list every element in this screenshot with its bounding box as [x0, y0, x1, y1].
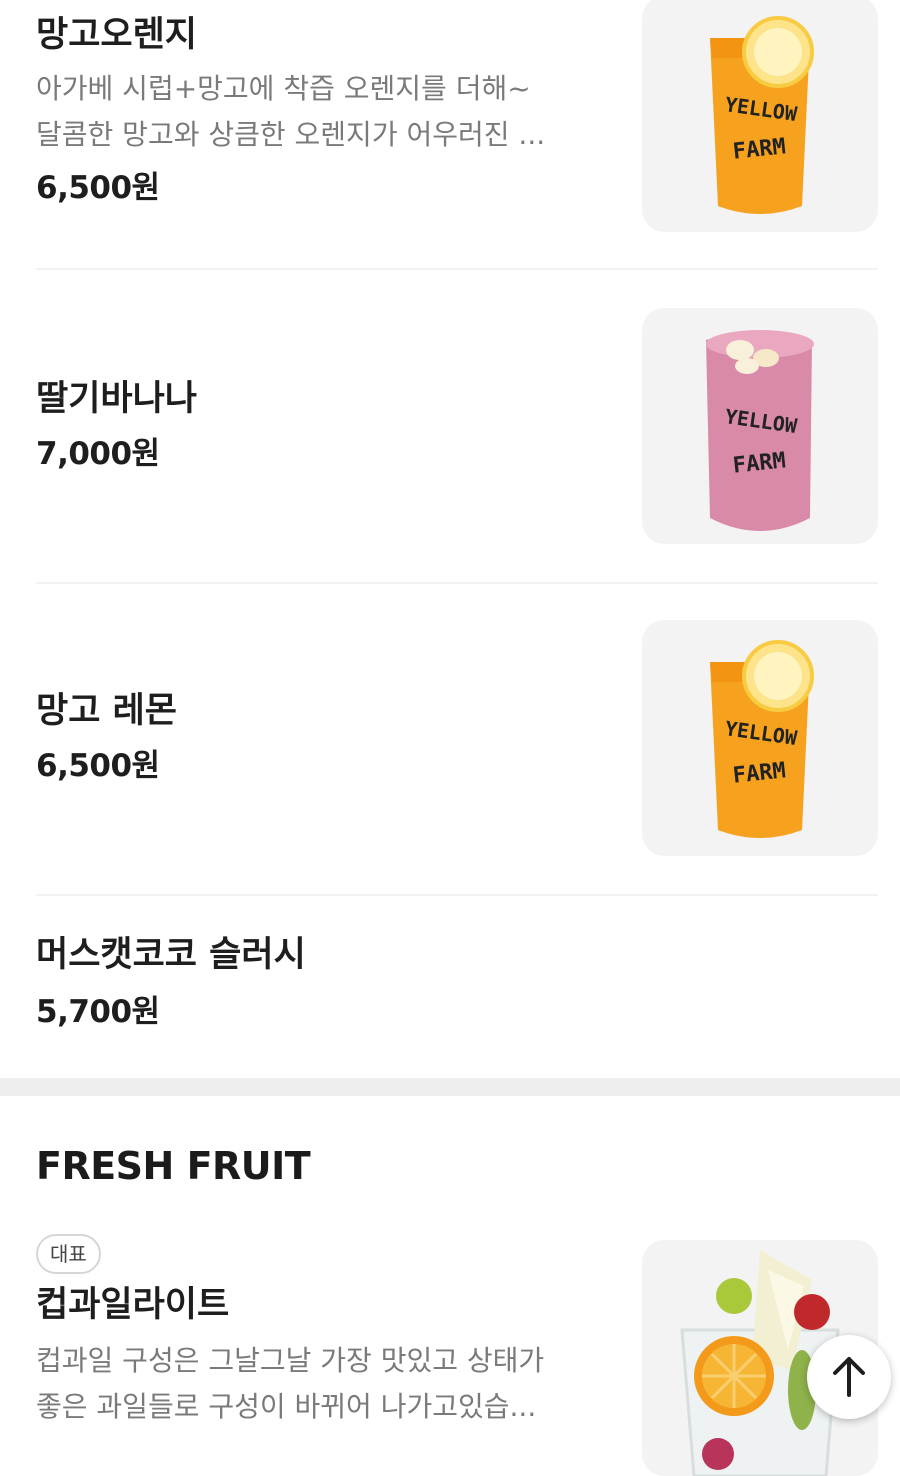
description-line: 컵과일 구성은 그날그날 가장 맛있고 상태가	[36, 1344, 545, 1377]
arrow-up-icon	[833, 1357, 865, 1397]
scroll-to-top-button[interactable]	[807, 1335, 891, 1419]
section-title: FRESH FRUIT	[36, 1144, 311, 1188]
signature-badge: 대표	[36, 1234, 101, 1274]
divider	[36, 268, 878, 270]
menu-item-name: 머스캣코코 슬러시	[36, 935, 306, 975]
description-line: 달콤한 망고와 상큼한 오렌지가 어우러진 ...	[36, 118, 546, 151]
menu-item-image-mango-lemon[interactable]: YELLOW FARM	[642, 620, 878, 856]
menu-item-image-mango-orange[interactable]: YELLOW FARM	[642, 0, 878, 232]
description-line: 아가베 시럽+망고에 착즙 오렌지를 더해~	[36, 72, 531, 105]
menu-item-price: 5,700원	[36, 994, 160, 1030]
menu-item-image-strawberry-banana[interactable]: YELLOW FARM	[642, 308, 878, 544]
divider	[36, 894, 878, 896]
menu-item-muscat-coco-slush[interactable]: 머스캣코코 슬러시 5,700원	[36, 934, 878, 1031]
description-line: 좋은 과일들로 구성이 바뀌어 나가고있습...	[36, 1390, 537, 1423]
divider	[36, 582, 878, 584]
section-separator	[0, 1078, 900, 1096]
